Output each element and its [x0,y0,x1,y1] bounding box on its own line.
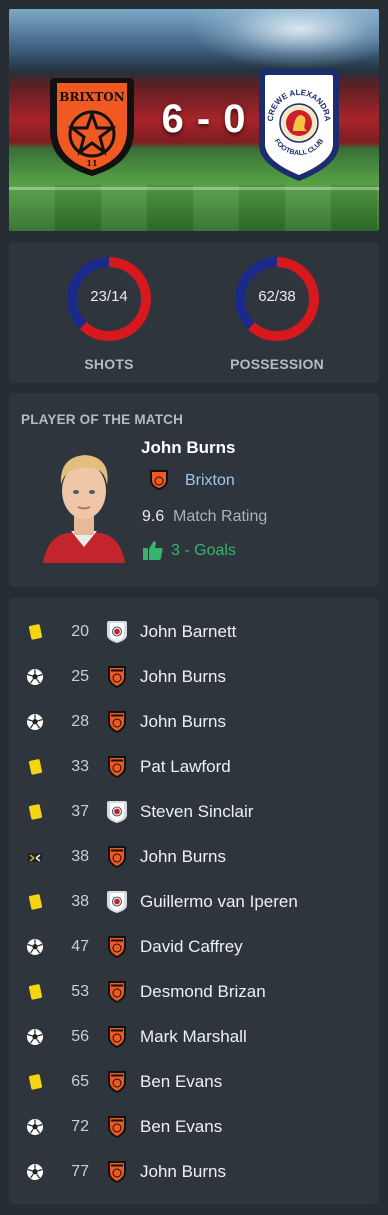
potm-achievement: 3 - Goals [171,542,236,559]
brixton-crest-icon [108,936,126,958]
brixton-crest-icon [108,1116,126,1138]
player-of-the-match-panel[interactable]: PLAYER OF THE MATCH John Burns Brixton 9… [9,393,379,587]
event-player-name[interactable]: Guillermo van Iperen [140,892,298,912]
event-row[interactable]: 56 Mark Marshall [9,1014,379,1059]
yellow-card-icon [28,894,43,910]
brixton-crest-icon [108,846,126,868]
event-player-name[interactable]: John Burns [140,1162,226,1182]
football-icon [27,1119,43,1135]
event-row[interactable]: 38 Guillermo van Iperen [9,879,379,924]
crewe-crest-icon [107,891,127,913]
brixton-crest-icon [108,1071,126,1093]
event-minute: 65 [71,1073,89,1090]
stadium-floodlight [189,9,379,69]
match-events-list: 20 John Barnett 25 John Burns 28 John Burns 33… [9,598,379,1204]
home-team-badge[interactable]: BRIXTON 11 [46,72,138,180]
possession-label: POSSESSION [230,356,324,372]
thumbs-up-icon [143,541,163,560]
event-player-name[interactable]: John Burns [140,667,226,687]
event-player-name[interactable]: John Burns [140,847,226,867]
brixton-crest-icon [108,756,126,778]
event-player-name[interactable]: John Barnett [140,622,236,642]
possession-stat[interactable]: 62/38 POSSESSION [227,254,327,372]
event-row[interactable]: 33 Pat Lawford [9,744,379,789]
event-row[interactable]: 65 Ben Evans [9,1059,379,1104]
event-row[interactable]: 38 John Burns [9,834,379,879]
event-minute: 72 [71,1118,89,1135]
potm-player-name[interactable]: John Burns [141,438,235,458]
yellow-card-icon [28,1074,43,1090]
event-player-name[interactable]: John Burns [140,712,226,732]
event-minute: 20 [71,623,89,640]
event-player-name[interactable]: Mark Marshall [140,1027,247,1047]
crewe-crest-icon [107,621,127,643]
potm-club-link[interactable]: Brixton [185,472,235,490]
event-minute: 38 [71,893,89,910]
brixton-crest-icon [108,981,126,1003]
event-player-name[interactable]: Ben Evans [140,1072,222,1092]
home-badge-subtext: 11 [86,158,97,168]
football-icon [27,1029,43,1045]
pitch-line [9,187,379,190]
shots-value: 23/14 [90,288,128,305]
pitch-stripes [9,185,379,231]
brixton-crest-icon [108,666,126,688]
event-minute: 47 [71,938,89,955]
match-score: 6 - 0 [161,97,247,141]
potm-title: PLAYER OF THE MATCH [21,412,184,427]
football-icon [27,669,43,685]
event-row[interactable]: 72 Ben Evans [9,1104,379,1149]
event-minute: 25 [71,668,89,685]
crewe-crest-icon [107,801,127,823]
event-player-name[interactable]: Pat Lawford [140,757,231,777]
away-team-badge[interactable]: CREWE ALEXANDRA FOOTBALL CLUB [255,65,343,185]
event-player-name[interactable]: Ben Evans [140,1117,222,1137]
event-row[interactable]: 77 John Burns [9,1149,379,1194]
home-badge-text: BRIXTON [59,90,124,104]
event-minute: 33 [71,758,89,775]
brixton-crest-icon [108,1026,126,1048]
yellow-card-icon [28,759,43,775]
event-row[interactable]: 47 David Caffrey [9,924,379,969]
yellow-card-icon [28,804,43,820]
football-icon [27,1164,43,1180]
match-stats-panel: 23/14 SHOTS 62/38 POSSESSION [9,242,379,383]
player-portrait[interactable] [41,439,127,563]
brixton-crest-icon [108,1161,126,1183]
potm-rating-label: Match Rating [173,508,268,525]
match-header-banner: BRIXTON 11 6 - 0 CREWE ALEXANDRA FOOTBAL… [9,9,379,231]
event-row[interactable]: 20 John Barnett [9,609,379,654]
football-icon [27,939,43,955]
event-minute: 38 [71,848,89,865]
brixton-crest-icon [108,711,126,733]
possession-value: 62/38 [258,288,296,305]
event-row[interactable]: 28 John Burns [9,699,379,744]
event-minute: 77 [71,1163,89,1180]
event-minute: 28 [71,713,89,730]
shots-stat[interactable]: 23/14 SHOTS [59,254,159,372]
event-row[interactable]: 25 John Burns [9,654,379,699]
event-minute: 53 [71,983,89,1000]
event-player-name[interactable]: Desmond Brizan [140,982,266,1002]
event-row[interactable]: 53 Desmond Brizan [9,969,379,1014]
event-player-name[interactable]: Steven Sinclair [140,802,253,822]
potm-rating: 9.6 [142,508,165,525]
event-minute: 56 [71,1028,89,1045]
event-minute: 37 [71,803,89,820]
football-icon [27,714,43,730]
brixton-crest-icon [150,470,168,490]
substitution-icon [28,853,42,862]
shots-label: SHOTS [84,356,134,372]
yellow-card-icon [28,624,43,640]
event-row[interactable]: 37 Steven Sinclair [9,789,379,834]
yellow-card-icon [28,984,43,1000]
event-player-name[interactable]: David Caffrey [140,937,243,957]
